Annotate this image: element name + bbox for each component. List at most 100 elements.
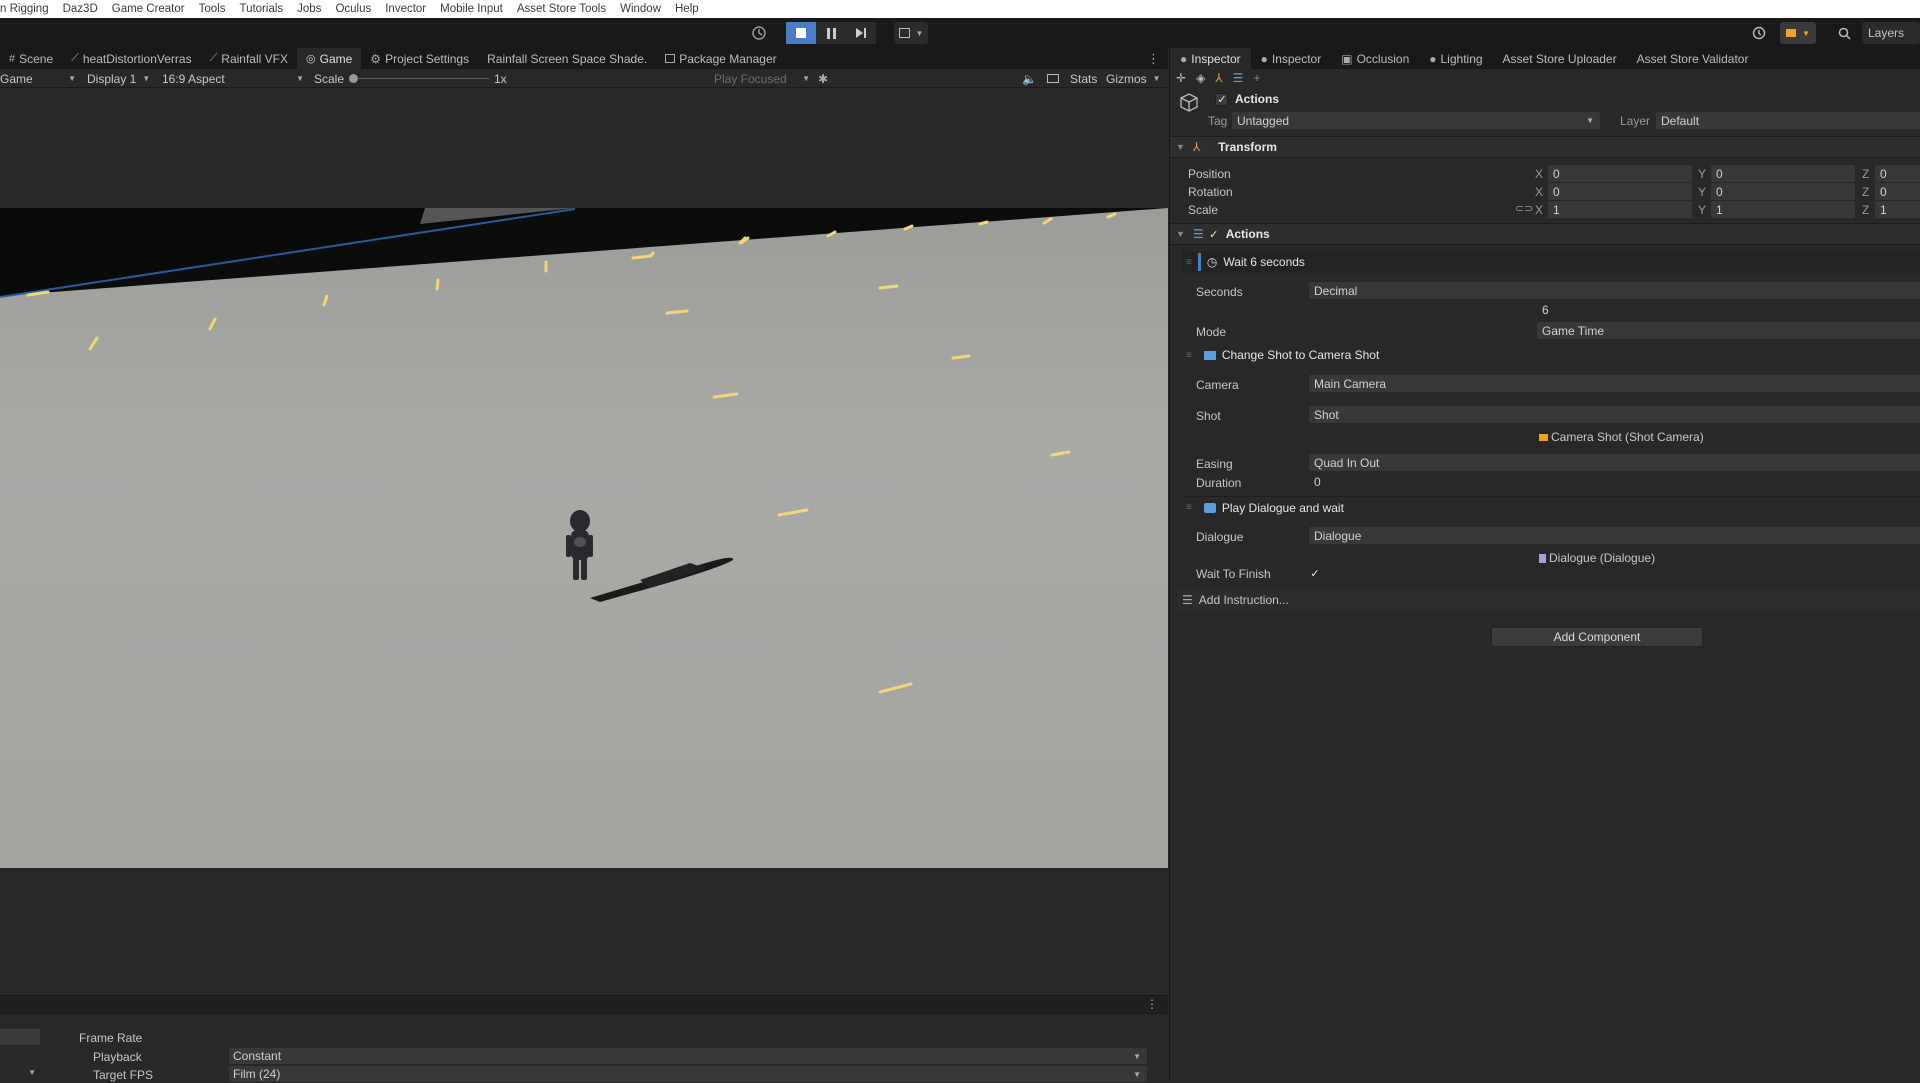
seconds-type-dropdown[interactable]: Decimal xyxy=(1309,282,1920,299)
aspect-dropdown[interactable]: 16:9 Aspect ▼ xyxy=(162,70,304,87)
rotation-x-field[interactable]: 0 xyxy=(1548,183,1692,200)
position-z-field[interactable]: 0 xyxy=(1875,165,1920,182)
menu-oculus[interactable]: Oculus xyxy=(328,3,378,15)
scale-z-field[interactable]: 1 xyxy=(1875,201,1920,218)
mode-dropdown[interactable]: Game Time xyxy=(1537,322,1920,339)
frame-debugger-icon[interactable] xyxy=(1047,70,1059,87)
dialogue-dropdown[interactable]: Dialogue xyxy=(1309,527,1920,544)
bug-icon[interactable]: ✱ xyxy=(818,70,828,87)
transform-tool-icon[interactable]: ✛ xyxy=(1176,71,1186,85)
account-dropdown[interactable]: ▼ xyxy=(1780,22,1816,44)
instruction-wait[interactable]: ≡ ◷ Wait 6 seconds xyxy=(1182,251,1920,273)
play-button[interactable] xyxy=(786,22,816,44)
position-x-field[interactable]: 0 xyxy=(1548,165,1692,182)
tab-inspector[interactable]: ● Inspector xyxy=(1170,48,1251,69)
add-icon[interactable]: + xyxy=(1253,71,1260,85)
timeline-left-dropdown[interactable]: ▼ xyxy=(0,1065,40,1081)
tab-asset-store-uploader[interactable]: Asset Store Uploader xyxy=(1493,48,1627,69)
menu-help[interactable]: Help xyxy=(668,3,706,15)
menu-window[interactable]: Window xyxy=(613,3,668,15)
scale-x-field[interactable]: 1 xyxy=(1548,201,1692,218)
link-icon[interactable]: ⊂⊃ xyxy=(1515,202,1533,215)
tab-project-settings[interactable]: ⚙ Project Settings xyxy=(361,48,478,69)
menu-tutorials[interactable]: Tutorials xyxy=(232,3,290,15)
search-button[interactable] xyxy=(1832,22,1856,44)
tab-inspector-2[interactable]: ● Inspector xyxy=(1251,48,1332,69)
layout-dropdown[interactable]: ▼ xyxy=(894,22,928,44)
tab-lighting[interactable]: ● Lighting xyxy=(1419,48,1492,69)
menu-daz3d[interactable]: Daz3D xyxy=(56,3,105,15)
tab-label: Rainfall VFX xyxy=(221,51,288,66)
seconds-value-field[interactable]: 6 xyxy=(1537,301,1920,318)
gizmos-dropdown[interactable]: Gizmos ▼ xyxy=(1106,70,1164,87)
object-name[interactable]: Actions xyxy=(1235,92,1279,106)
step-button[interactable] xyxy=(846,22,876,44)
tab-rainfall-vfx[interactable]: ⟋ Rainfall VFX xyxy=(201,48,297,69)
menu-rigging[interactable]: n Rigging xyxy=(0,3,56,15)
tab-occlusion[interactable]: ▣ Occlusion xyxy=(1331,48,1419,69)
transform-header[interactable]: ▼ ⅄ Transform xyxy=(1170,136,1920,158)
active-checkbox[interactable]: ✓ xyxy=(1215,93,1228,106)
duration-field[interactable]: 0 xyxy=(1309,473,1920,490)
stats-button[interactable]: Stats xyxy=(1070,70,1097,87)
history-icon xyxy=(1752,26,1766,40)
camera-dropdown[interactable]: Main Camera xyxy=(1309,375,1920,392)
game-view-toolbar: Game ▼ Display 1 ▼ 16:9 Aspect ▼ Scale 1… xyxy=(0,69,1168,88)
tab-asset-store-validator[interactable]: Asset Store Validator xyxy=(1627,48,1759,69)
game-mode-dropdown[interactable]: Game ▼ xyxy=(0,70,76,87)
cube-icon[interactable]: ◈ xyxy=(1196,71,1205,85)
cloud-icon[interactable] xyxy=(746,22,772,44)
history-button[interactable] xyxy=(1747,22,1771,44)
tab-game[interactable]: ◎ Game xyxy=(297,48,362,69)
shot-reference[interactable]: Camera Shot (Shot Camera) xyxy=(1539,430,1704,444)
play-mode-dropdown[interactable]: Play Focused ▼ xyxy=(714,70,810,87)
scale-y-field[interactable]: 1 xyxy=(1711,201,1855,218)
menu-tools[interactable]: Tools xyxy=(192,3,233,15)
axis-icon[interactable]: ⅄ xyxy=(1215,71,1222,85)
drag-handle-icon[interactable]: ≡ xyxy=(1186,257,1192,268)
chevron-down-icon: ▼ xyxy=(1133,1069,1141,1079)
layers-dropdown[interactable]: Layers xyxy=(1862,22,1920,44)
tab-package-manager[interactable]: Package Manager xyxy=(656,48,785,69)
drag-handle-icon[interactable]: ≡ xyxy=(1186,350,1192,361)
shot-dropdown[interactable]: Shot xyxy=(1309,406,1920,423)
instruction-change-shot[interactable]: ≡ Change Shot to Camera Shot xyxy=(1182,344,1920,366)
scale-y-label: Y xyxy=(1698,203,1707,217)
menu-jobs[interactable]: Jobs xyxy=(290,3,328,15)
playback-dropdown[interactable]: Constant ▼ xyxy=(229,1048,1147,1064)
tab-label: Inspector xyxy=(1191,51,1241,66)
easing-dropdown[interactable]: Quad In Out xyxy=(1309,454,1920,471)
wait-to-finish-checkbox[interactable]: ✓ xyxy=(1309,566,1321,580)
gizmos-label: Gizmos xyxy=(1106,71,1147,86)
scale-slider[interactable] xyxy=(349,70,489,87)
tab-scene[interactable]: # Scene xyxy=(0,48,62,69)
display-dropdown[interactable]: Display 1 ▼ xyxy=(87,70,155,87)
game-mode-label: Game xyxy=(0,71,33,86)
pause-button[interactable] xyxy=(816,22,846,44)
game-viewport[interactable] xyxy=(0,208,1168,868)
audio-mute-icon[interactable]: 🔈 xyxy=(1022,70,1037,87)
actions-component-header[interactable]: ▼ ☰ ✓ Actions xyxy=(1170,223,1920,245)
instruction-play-dialogue[interactable]: ≡ Play Dialogue and wait xyxy=(1182,496,1920,518)
menu-mobile-input[interactable]: Mobile Input xyxy=(433,3,510,15)
actions-enabled-checkbox[interactable]: ✓ xyxy=(1208,228,1220,241)
position-z-label: Z xyxy=(1862,167,1870,181)
menu-asset-store-tools[interactable]: Asset Store Tools xyxy=(510,3,613,15)
panel-menu-icon[interactable]: ⋮ xyxy=(1146,997,1158,1011)
menu-game-creator[interactable]: Game Creator xyxy=(105,3,192,15)
menu-invector[interactable]: Invector xyxy=(378,3,433,15)
tag-dropdown[interactable]: Untagged ▼ xyxy=(1232,112,1600,129)
frame-rate-label: Frame Rate xyxy=(79,1030,143,1045)
actions-list-icon[interactable]: ☰ xyxy=(1233,71,1244,85)
rotation-y-field[interactable]: 0 xyxy=(1711,183,1855,200)
add-instruction-button[interactable]: ☰ Add Instruction... xyxy=(1178,589,1920,610)
rotation-z-field[interactable]: 0 xyxy=(1875,183,1920,200)
tab-heat-distortion[interactable]: ⟋ heatDistortionVerras xyxy=(62,48,200,69)
panel-menu-icon[interactable]: ⋮ xyxy=(1147,51,1160,67)
drag-handle-icon[interactable]: ≡ xyxy=(1186,502,1192,513)
layer-dropdown[interactable]: Default xyxy=(1656,112,1920,129)
dialogue-reference[interactable]: Dialogue (Dialogue) xyxy=(1539,551,1655,565)
tab-rainfall-screen-space[interactable]: Rainfall Screen Space Shade. xyxy=(478,48,656,69)
add-component-button[interactable]: Add Component xyxy=(1491,627,1703,647)
position-y-field[interactable]: 0 xyxy=(1711,165,1855,182)
